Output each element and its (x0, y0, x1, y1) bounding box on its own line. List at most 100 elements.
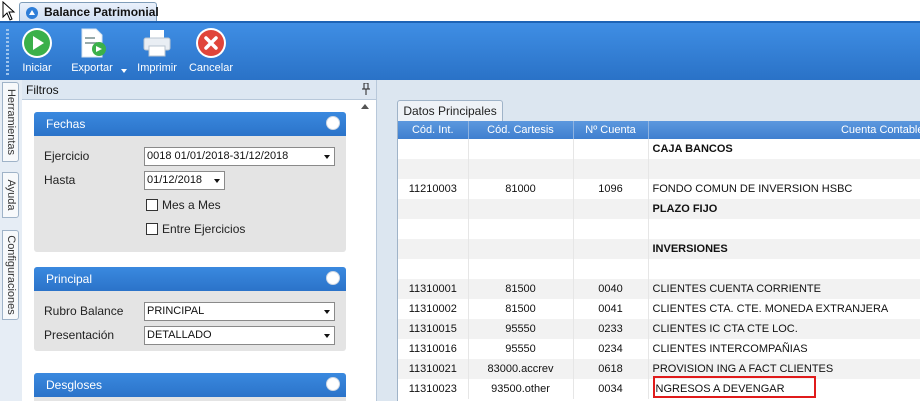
fechas-group: Fechas Ejercicio 0018 01/01/2018-31/12/2… (34, 112, 346, 252)
iniciar-button[interactable]: Iniciar (17, 27, 57, 74)
column-header-cuenta-contable[interactable]: Cuenta Contable (648, 121, 920, 139)
export-dropdown-icon[interactable] (121, 69, 127, 73)
table-cell: 11210003 (398, 179, 469, 199)
table-row[interactable]: 11310001 81500 0040 CLIENTES CUENTA CORRIEN… (398, 279, 920, 299)
table-row[interactable]: 11310015 95550 0233 CLIENTES IC CTA CTE LOC… (398, 319, 920, 339)
rubro-balance-label: Rubro Balance (44, 304, 124, 318)
table-cell (468, 199, 574, 219)
table-cell: 0040 (573, 279, 649, 299)
document-tab-bar: Balance Patrimonial (0, 0, 920, 22)
tab-title: Balance Patrimonial (44, 5, 159, 19)
table-row[interactable]: INVERSIONES (398, 239, 920, 259)
imprimir-button[interactable]: Imprimir (134, 27, 180, 74)
collapse-icon[interactable] (326, 116, 340, 130)
presentacion-select[interactable]: DETALLADO (144, 326, 335, 345)
table-cell (468, 239, 574, 259)
column-header-cod-int[interactable]: Cód. Int. (398, 121, 469, 139)
chevron-down-icon (324, 334, 330, 338)
table-cell: 11310023 (398, 379, 469, 399)
printer-icon (143, 30, 171, 57)
cancelar-button[interactable]: Cancelar (188, 27, 234, 74)
table-row[interactable]: 11310002 81500 0041 CLIENTES CTA. CTE. MONE… (398, 299, 920, 319)
table-cell: PROVISION ING A FACT CLIENTES (648, 359, 920, 379)
principal-group: Principal Rubro Balance PRINCIPAL Presen… (34, 267, 346, 351)
mes-a-mes-label: Mes a Mes (162, 198, 221, 212)
pin-icon[interactable] (362, 83, 370, 95)
side-tab-herramientas[interactable]: Herramientas (2, 82, 19, 162)
table-cell: CLIENTES CUENTA CORRIENTE (648, 279, 920, 299)
table-cell (398, 219, 469, 239)
table-row[interactable]: 11310023 93500.other 0034 INGRESOS A DEVENG… (398, 379, 920, 399)
table-row[interactable] (398, 219, 920, 239)
table-cell (468, 259, 574, 279)
table-cell: 0233 (573, 319, 649, 339)
table-cell: 0034 (573, 379, 649, 399)
table-row[interactable]: PLAZO FIJO (398, 199, 920, 219)
data-grid: Cód. Int. Cód. Cartesis Nº Cuenta Cuenta Co… (397, 121, 920, 401)
table-cell (648, 219, 920, 239)
mouse-cursor-icon (2, 1, 16, 21)
table-cell: 81000 (468, 179, 574, 199)
side-tab-ayuda[interactable]: Ayuda (2, 172, 19, 218)
table-cell: 1096 (573, 179, 649, 199)
cancel-icon (196, 28, 226, 58)
tab-balance-patrimonial[interactable]: Balance Patrimonial (19, 2, 159, 21)
chevron-down-icon (324, 155, 330, 159)
table-cell: INGRESOS A DEVENGAR (648, 379, 920, 399)
table-cell (398, 199, 469, 219)
tab-datos-principales[interactable]: Datos Principales (397, 100, 503, 122)
ejercicio-select[interactable]: 0018 01/01/2018-31/12/2018 (144, 147, 335, 166)
collapse-icon[interactable] (326, 377, 340, 391)
ejercicio-label: Ejercicio (44, 149, 90, 163)
table-cell: 11310016 (398, 339, 469, 359)
table-cell: 95550 (468, 319, 574, 339)
collapse-icon[interactable] (326, 271, 340, 285)
table-cell: 11310001 (398, 279, 469, 299)
table-cell: CAJA BANCOS (648, 139, 920, 159)
rubro-balance-select[interactable]: PRINCIPAL (144, 302, 335, 321)
table-cell: 81500 (468, 299, 574, 319)
table-cell (648, 259, 920, 279)
table-cell (573, 239, 649, 259)
column-header-num-cuenta[interactable]: Nº Cuenta (573, 121, 649, 139)
table-cell: 0618 (573, 359, 649, 379)
table-cell (468, 139, 574, 159)
hasta-date-picker[interactable]: 01/12/2018 (144, 171, 225, 190)
entre-ejercicios-checkbox[interactable] (146, 223, 158, 235)
table-cell: 0234 (573, 339, 649, 359)
table-row[interactable]: CAJA BANCOS (398, 139, 920, 159)
filtros-title: Filtros (26, 83, 59, 97)
table-cell (398, 259, 469, 279)
table-row[interactable] (398, 159, 920, 179)
fechas-header[interactable]: Fechas (34, 112, 346, 136)
table-cell: INVERSIONES (648, 239, 920, 259)
table-cell: 93500.other (468, 379, 574, 399)
principal-header[interactable]: Principal (34, 267, 346, 291)
play-icon (22, 28, 52, 58)
column-header-cod-cartesis[interactable]: Cód. Cartesis (468, 121, 574, 139)
grid-header-row: Cód. Int. Cód. Cartesis Nº Cuenta Cuenta Co… (398, 121, 920, 139)
export-icon (81, 28, 106, 58)
table-row[interactable]: 11210003 81000 1096 FONDO COMUN DE INVERSIO… (398, 179, 920, 199)
chevron-down-icon (324, 310, 330, 314)
table-row[interactable]: 11310016 95550 0234 CLIENTES INTERCOMPAÑIAS (398, 339, 920, 359)
toolbar-grip[interactable] (6, 29, 9, 75)
scroll-up-icon[interactable] (361, 104, 369, 109)
table-cell: 81500 (468, 279, 574, 299)
table-row[interactable]: 11310021 83000.accrev 0618 PROVISION ING A … (398, 359, 920, 379)
side-tab-configuraciones[interactable]: Configuraciones (2, 230, 19, 320)
table-cell (398, 239, 469, 259)
table-cell (398, 159, 469, 179)
exportar-button[interactable]: Exportar (66, 27, 118, 74)
table-cell (648, 159, 920, 179)
desgloses-header[interactable]: Desgloses (34, 373, 346, 397)
content-area: Datos Principales Cód. Int. Cód. Cartesis… (377, 80, 920, 401)
table-cell (398, 139, 469, 159)
table-cell (573, 139, 649, 159)
filtros-panel: Filtros Fechas Ejercicio 0018 01/01/2018… (22, 80, 377, 401)
mes-a-mes-checkbox[interactable] (146, 199, 158, 211)
table-cell (468, 219, 574, 239)
desgloses-group: Desgloses (34, 373, 346, 401)
table-cell: 11310002 (398, 299, 469, 319)
table-row[interactable] (398, 259, 920, 279)
